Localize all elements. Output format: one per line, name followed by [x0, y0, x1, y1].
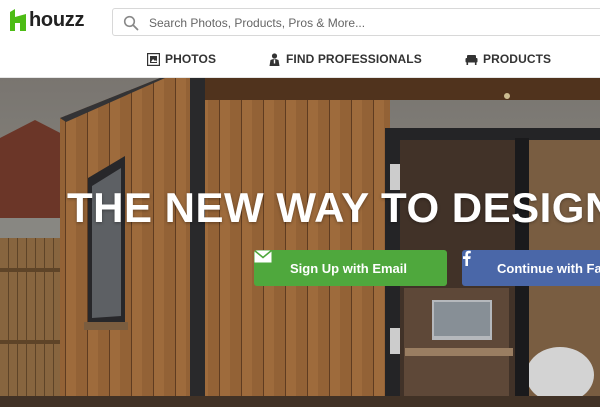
continue-facebook-label: Continue with Fa: [497, 260, 600, 276]
houzz-logo-icon: [10, 9, 26, 31]
sign-up-email-label: Sign Up with Email: [290, 260, 408, 276]
photos-icon: [146, 52, 161, 66]
sign-up-email-button[interactable]: Sign Up with Email: [254, 250, 447, 286]
main-nav: PHOTOS FIND PROFESSIONALS PRODUCTS: [0, 40, 600, 78]
continue-facebook-button[interactable]: Continue with Fa: [462, 250, 600, 286]
professional-icon: [268, 52, 281, 66]
nav-item-photos[interactable]: PHOTOS: [146, 51, 217, 67]
hero-background-image: [0, 78, 600, 407]
nav-item-find-professionals[interactable]: FIND PROFESSIONALS: [268, 51, 422, 67]
sofa-icon: [465, 53, 478, 66]
search-icon: [123, 15, 139, 31]
hero-title: THE NEW WAY TO DESIGN: [67, 184, 600, 231]
nav-label-products: PRODUCTS: [483, 52, 552, 66]
search-bar[interactable]: [112, 8, 600, 36]
houzz-logo[interactable]: houzz: [10, 8, 84, 32]
nav-label-photos: PHOTOS: [165, 52, 217, 66]
nav-item-products[interactable]: PRODUCTS: [465, 51, 551, 67]
header: houzz: [0, 0, 600, 40]
search-input[interactable]: [149, 13, 589, 33]
logo-text: houzz: [29, 8, 85, 31]
hero-banner: THE NEW WAY TO DESIGN Sign Up with Email…: [0, 78, 600, 407]
nav-label-find-professionals: FIND PROFESSIONALS: [286, 52, 422, 66]
